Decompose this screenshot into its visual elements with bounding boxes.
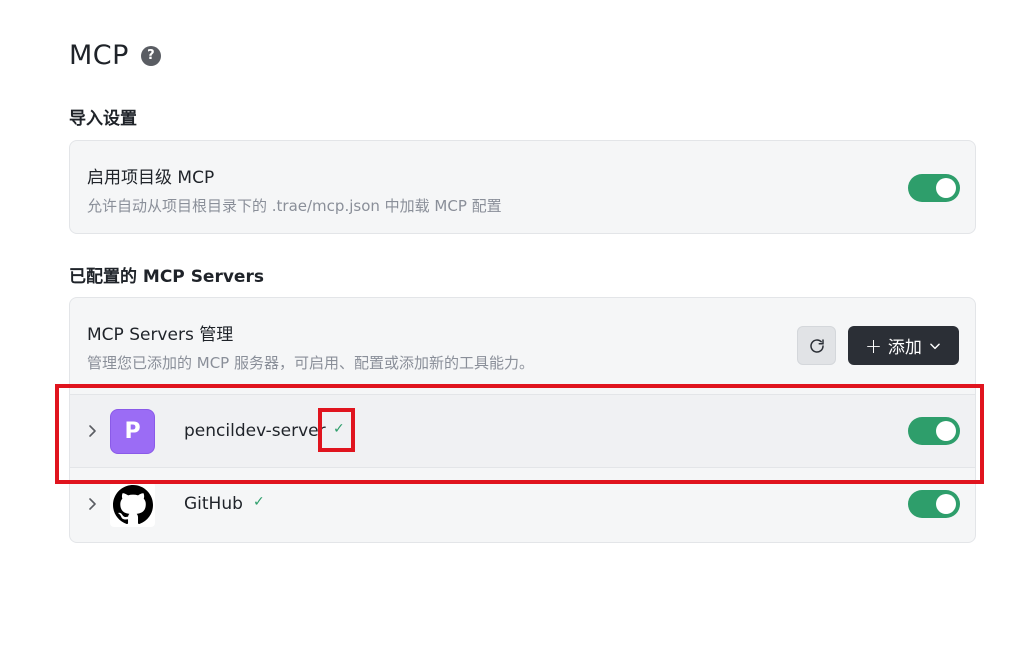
refresh-button[interactable] [797, 326, 836, 365]
project-mcp-description: 允许自动从项目根目录下的 .trae/mcp.json 中加载 MCP 配置 [87, 197, 502, 215]
project-mcp-title: 启用项目级 MCP [87, 168, 215, 188]
server-toggle-github[interactable] [908, 490, 960, 518]
import-settings-heading: 导入设置 [69, 109, 137, 129]
chevron-right-icon[interactable] [85, 419, 99, 443]
page-title: MCP [69, 40, 129, 71]
add-button-label: 添加 [887, 338, 922, 358]
toggle-knob [936, 178, 956, 198]
project-mcp-toggle[interactable] [908, 174, 960, 202]
help-icon[interactable]: ? [140, 45, 161, 66]
mcp-settings-page: MCP ? 导入设置 启用项目级 MCP 允许自动从项目根目录下的 .trae/… [0, 0, 1035, 664]
mcp-servers-card: MCP Servers 管理 管理您已添加的 MCP 服务器，可启用、配置或添加… [69, 297, 976, 543]
server-name: pencildev-server [184, 421, 326, 441]
server-toggle-pencildev[interactable] [908, 417, 960, 445]
server-row-github[interactable]: GitHub ✓ [70, 468, 975, 542]
configured-servers-heading: 已配置的 MCP Servers [69, 267, 264, 287]
servers-management-description: 管理您已添加的 MCP 服务器，可启用、配置或添加新的工具能力。 [87, 354, 534, 372]
toggle-knob [936, 421, 956, 441]
github-icon [112, 484, 153, 524]
check-icon: ✓ [253, 494, 265, 510]
servers-management-title: MCP Servers 管理 [87, 325, 234, 345]
server-name: GitHub [184, 494, 243, 514]
server-row-pencildev[interactable]: P pencildev-server ✓ [70, 394, 975, 468]
project-mcp-card: 启用项目级 MCP 允许自动从项目根目录下的 .trae/mcp.json 中加… [69, 140, 976, 234]
refresh-icon [809, 338, 824, 353]
github-avatar [110, 482, 155, 527]
title-row: MCP ? [69, 40, 161, 71]
toggle-knob [936, 494, 956, 514]
check-icon: ✓ [333, 421, 345, 437]
chevron-right-icon[interactable] [85, 492, 99, 516]
chevron-down-icon [930, 343, 940, 349]
server-avatar: P [110, 409, 155, 454]
add-server-button[interactable]: + 添加 [848, 326, 959, 365]
plus-icon: + [865, 333, 882, 358]
